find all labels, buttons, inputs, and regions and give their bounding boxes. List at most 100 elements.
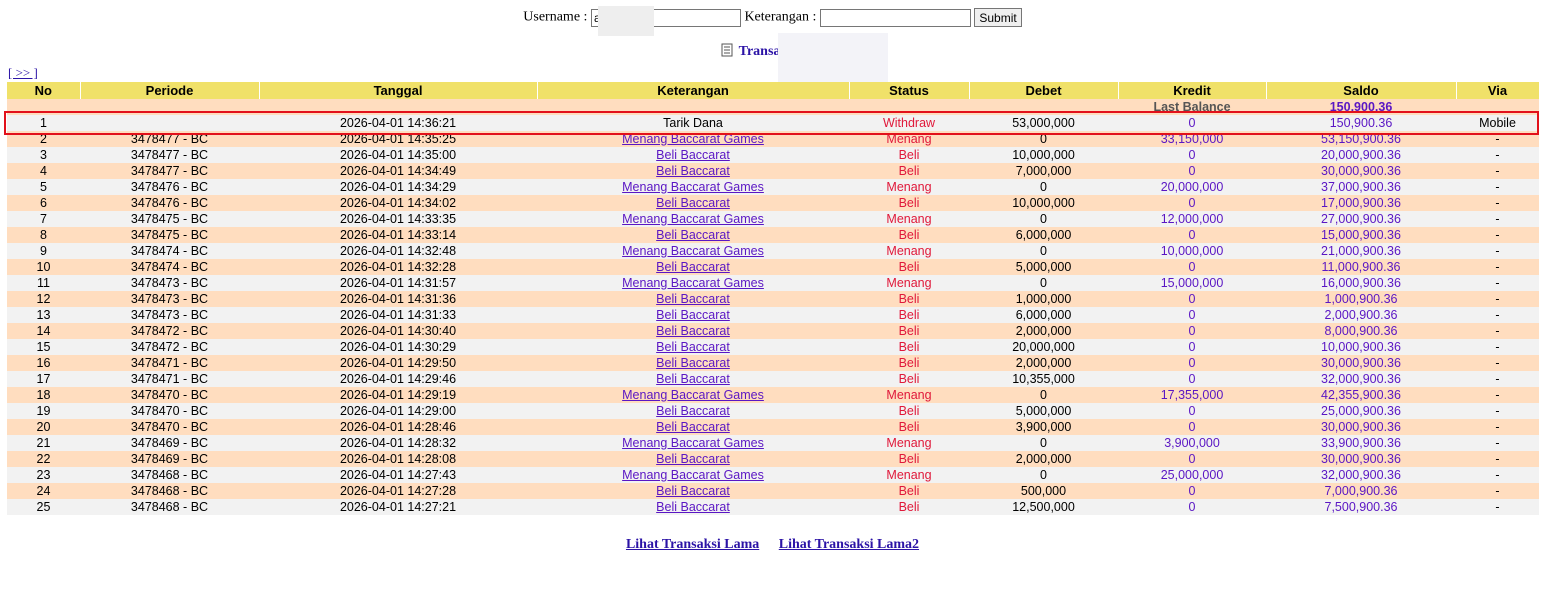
cell-no: 25	[7, 499, 80, 515]
cell-status: Beli	[849, 403, 969, 419]
keterangan-link[interactable]: Beli Baccarat	[656, 292, 730, 306]
keterangan-link[interactable]: Menang Baccarat Games	[622, 132, 764, 146]
cell-tanggal: 2026-04-01 14:28:32	[259, 435, 537, 451]
cell-tanggal: 2026-04-01 14:29:50	[259, 355, 537, 371]
cell-saldo: 20,000,900.36	[1266, 147, 1456, 163]
cell-periode: 3478469 - BC	[80, 435, 259, 451]
keterangan-link[interactable]: Menang Baccarat Games	[622, 180, 764, 194]
cell-debet: 7,000,000	[969, 163, 1118, 179]
keterangan-link[interactable]: Beli Baccarat	[656, 260, 730, 274]
cell-kredit: 0	[1118, 403, 1266, 419]
cell-via: -	[1456, 451, 1539, 467]
cell-periode: 3478470 - BC	[80, 387, 259, 403]
table-row: 9 3478474 - BC 2026-04-01 14:32:48 Menang B…	[7, 243, 1539, 259]
table-row: 25 3478468 - BC 2026-04-01 14:27:21 Beli Ba…	[7, 499, 1539, 515]
cell-debet: 53,000,000	[969, 115, 1118, 131]
cell-keterangan: Menang Baccarat Games	[537, 275, 849, 291]
cell-status: Beli	[849, 339, 969, 355]
keterangan-link[interactable]: Beli Baccarat	[656, 228, 730, 242]
cell-debet: 10,000,000	[969, 195, 1118, 211]
cell-saldo: 30,000,900.36	[1266, 163, 1456, 179]
tab-bar: TransaksiPe	[0, 43, 1545, 62]
cell-periode: 3478473 - BC	[80, 275, 259, 291]
cell-via: -	[1456, 147, 1539, 163]
cell-kredit: 20,000,000	[1118, 179, 1266, 195]
keterangan-link[interactable]: Menang Baccarat Games	[622, 212, 764, 226]
cell-status: Menang	[849, 243, 969, 259]
cell-status: Withdraw	[849, 115, 969, 131]
keterangan-link[interactable]: Beli Baccarat	[656, 340, 730, 354]
cell-kredit: 0	[1118, 371, 1266, 387]
cell-no: 12	[7, 291, 80, 307]
keterangan-link[interactable]: Beli Baccarat	[656, 500, 730, 514]
cell-saldo: 17,000,900.36	[1266, 195, 1456, 211]
cell-no: 4	[7, 163, 80, 179]
cell-periode: 3478468 - BC	[80, 483, 259, 499]
cell-keterangan: Beli Baccarat	[537, 227, 849, 243]
cell-tanggal: 2026-04-01 14:29:00	[259, 403, 537, 419]
lihat-transaksi-lama-link[interactable]: Lihat Transaksi Lama	[626, 537, 759, 552]
cell-no: 10	[7, 259, 80, 275]
header-tanggal: Tanggal	[259, 82, 538, 99]
keterangan-link[interactable]: Beli Baccarat	[656, 356, 730, 370]
keterangan-label: Keterangan :	[744, 9, 817, 25]
keterangan-link[interactable]: Beli Baccarat	[656, 372, 730, 386]
cell-keterangan: Beli Baccarat	[537, 195, 849, 211]
cell-debet: 12,500,000	[969, 499, 1118, 515]
submit-button[interactable]: Submit	[974, 8, 1022, 27]
cell-via: -	[1456, 435, 1539, 451]
cell-debet: 500,000	[969, 483, 1118, 499]
keterangan-link[interactable]: Menang Baccarat Games	[622, 468, 764, 482]
keterangan-link[interactable]: Beli Baccarat	[656, 148, 730, 162]
cell-status: Beli	[849, 323, 969, 339]
cell-keterangan: Menang Baccarat Games	[537, 387, 849, 403]
cell-periode: 3478472 - BC	[80, 323, 259, 339]
keterangan-link[interactable]: Menang Baccarat Games	[622, 244, 764, 258]
table-row: 24 3478468 - BC 2026-04-01 14:27:28 Beli Ba…	[7, 483, 1539, 499]
next-page-link[interactable]: [ >> ]	[8, 65, 38, 81]
cell-saldo: 7,500,900.36	[1266, 499, 1456, 515]
cell-keterangan: Beli Baccarat	[537, 451, 849, 467]
keterangan-link[interactable]: Beli Baccarat	[656, 308, 730, 322]
cell-no: 9	[7, 243, 80, 259]
cell-debet: 0	[969, 275, 1118, 291]
keterangan-link[interactable]: Beli Baccarat	[656, 452, 730, 466]
cell-debet: 0	[969, 211, 1118, 227]
table-row: 4 3478477 - BC 2026-04-01 14:34:49 Beli Bac…	[7, 163, 1539, 179]
username-label: Username :	[523, 9, 588, 25]
cell-status: Menang	[849, 387, 969, 403]
keterangan-link[interactable]: Menang Baccarat Games	[622, 436, 764, 450]
cell-no: 20	[7, 419, 80, 435]
keterangan-link[interactable]: Menang Baccarat Games	[622, 388, 764, 402]
cell-via: -	[1456, 131, 1539, 147]
keterangan-link[interactable]: Beli Baccarat	[656, 420, 730, 434]
lihat-transaksi-lama2-link[interactable]: Lihat Transaksi Lama2	[779, 537, 919, 552]
keterangan-input[interactable]	[819, 8, 971, 27]
keterangan-link[interactable]: Beli Baccarat	[656, 484, 730, 498]
table-row: 23 3478468 - BC 2026-04-01 14:27:43 Menang …	[7, 467, 1539, 483]
header-keterangan: Keterangan	[537, 82, 850, 99]
cell-tanggal: 2026-04-01 14:30:29	[259, 339, 537, 355]
cell-periode: 3478477 - BC	[80, 163, 259, 179]
cell-saldo: 16,000,900.36	[1266, 275, 1456, 291]
keterangan-link[interactable]: Beli Baccarat	[656, 196, 730, 210]
cell-no: 17	[7, 371, 80, 387]
table-row: 18 3478470 - BC 2026-04-01 14:29:19 Menang …	[7, 387, 1539, 403]
table-row: 7 3478475 - BC 2026-04-01 14:33:35 Menang B…	[7, 211, 1539, 227]
cell-keterangan: Beli Baccarat	[537, 355, 849, 371]
cell-via: -	[1456, 179, 1539, 195]
keterangan-link[interactable]: Beli Baccarat	[656, 404, 730, 418]
table-row: 3 3478477 - BC 2026-04-01 14:35:00 Beli Bac…	[7, 147, 1539, 163]
cell-saldo: 30,000,900.36	[1266, 451, 1456, 467]
cell-keterangan: Beli Baccarat	[537, 403, 849, 419]
cell-tanggal: 2026-04-01 14:32:28	[259, 259, 537, 275]
cell-debet: 1,000,000	[969, 291, 1118, 307]
table-row: 10 3478474 - BC 2026-04-01 14:32:28 Beli Ba…	[7, 259, 1539, 275]
cell-status: Beli	[849, 147, 969, 163]
keterangan-link[interactable]: Beli Baccarat	[656, 164, 730, 178]
keterangan-link[interactable]: Menang Baccarat Games	[622, 276, 764, 290]
keterangan-link[interactable]: Beli Baccarat	[656, 324, 730, 338]
cell-debet: 0	[969, 387, 1118, 403]
table-row: 6 3478476 - BC 2026-04-01 14:34:02 Beli Bac…	[7, 195, 1539, 211]
cell-via: -	[1456, 227, 1539, 243]
